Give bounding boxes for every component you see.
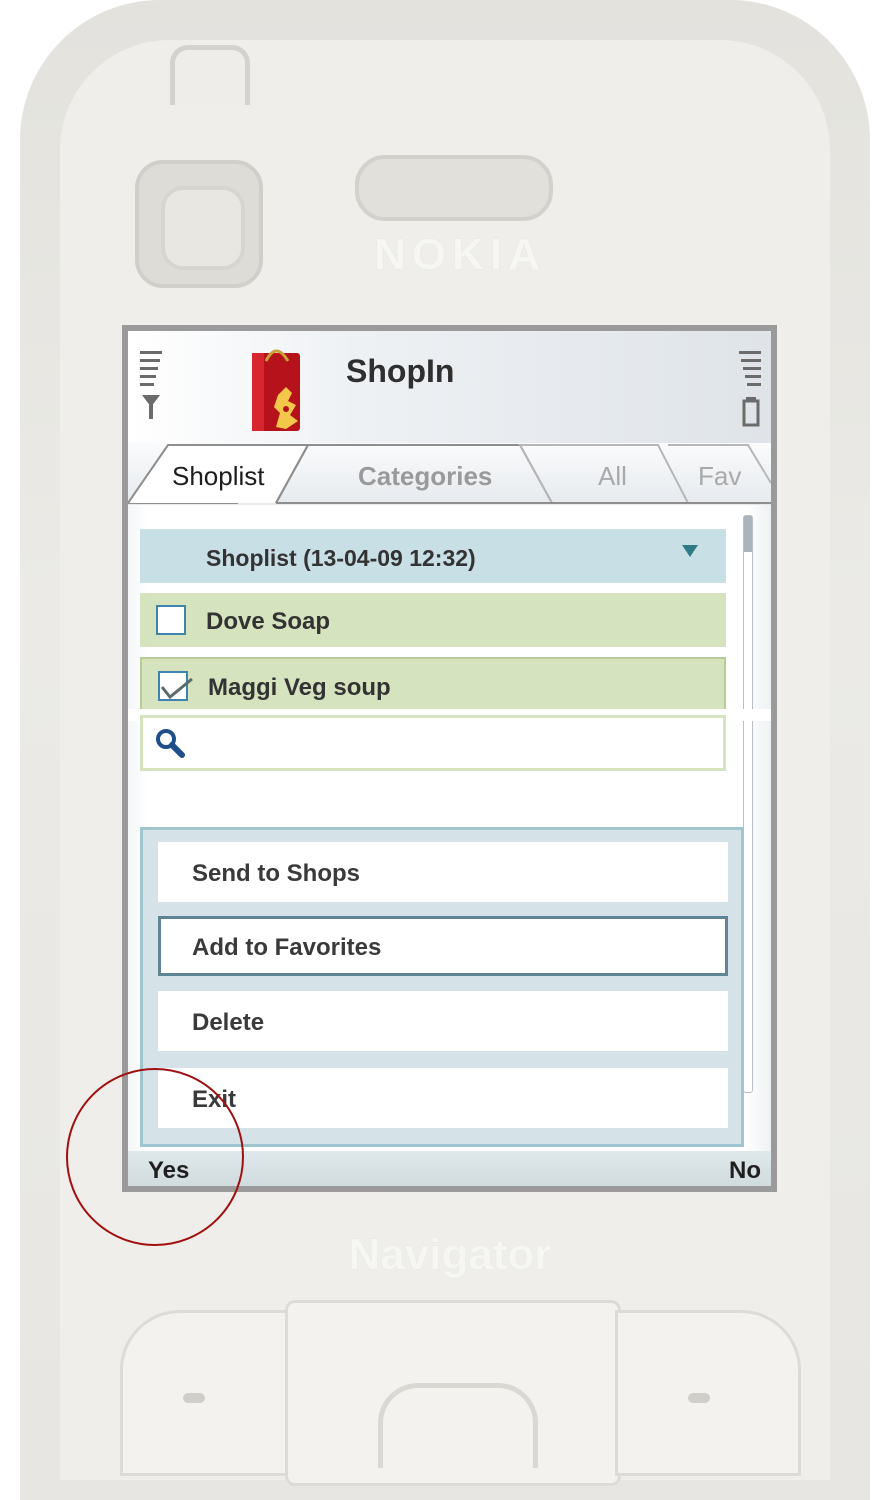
menu-item-label: Send to Shops xyxy=(192,860,360,887)
list-item[interactable]: Maggi Veg soup xyxy=(140,657,726,711)
menu-item-label: Add to Favorites xyxy=(192,934,382,961)
options-menu: Send to Shops Add to Favorites Delete Ex… xyxy=(140,827,744,1147)
dropdown-arrow-icon[interactable] xyxy=(682,545,698,557)
earpiece-speaker xyxy=(355,155,553,221)
annotation-highlight-circle xyxy=(66,1068,244,1246)
shoplist-dropdown[interactable]: Shoplist (13-04-09 12:32) xyxy=(140,529,726,583)
tab-all[interactable]: All xyxy=(598,461,627,492)
checkmark-icon xyxy=(160,677,193,700)
app-title: ShopIn xyxy=(346,353,455,389)
list-item-label: Dove Soap xyxy=(206,608,331,635)
shopping-bag-icon xyxy=(246,339,310,435)
tab-categories[interactable]: Categories xyxy=(358,461,492,492)
battery-icon xyxy=(739,351,761,436)
search-icon xyxy=(155,728,185,763)
menu-item-exit[interactable]: Exit xyxy=(158,1068,728,1128)
list-item[interactable]: Dove Soap xyxy=(140,593,726,647)
tab-fav[interactable]: Fav xyxy=(698,461,741,492)
brand-logo: NOKIA xyxy=(374,230,546,279)
tab-shoplist[interactable]: Shoplist xyxy=(172,461,265,492)
status-bar: ShopIn xyxy=(128,331,771,443)
item-checkbox[interactable] xyxy=(158,671,193,701)
front-camera xyxy=(135,160,263,288)
list-item-label: Maggi Veg soup xyxy=(208,674,391,701)
menu-item-delete[interactable]: Delete xyxy=(158,991,728,1051)
main-content: Shoplist (13-04-09 12:32) Dove Soap Magg… xyxy=(128,505,771,1155)
scrollbar[interactable] xyxy=(743,515,753,1093)
menu-item-label: Delete xyxy=(192,1009,265,1036)
navigator-logo: Navigator xyxy=(348,1230,552,1279)
phone-top-bump xyxy=(170,45,250,105)
left-softkey-button[interactable] xyxy=(120,1310,306,1476)
tab-bar: Shoplist Categories All Fav xyxy=(128,443,771,505)
softkey-no[interactable]: No xyxy=(729,1157,761,1185)
shoplist-title: Shoplist (13-04-09 12:32) xyxy=(206,545,476,571)
menu-item-add-to-favorites[interactable]: Add to Favorites xyxy=(158,916,728,976)
scroll-thumb[interactable] xyxy=(744,516,752,552)
signal-strength-icon xyxy=(140,351,162,426)
right-softkey-button[interactable] xyxy=(615,1310,801,1476)
phone-screen: ShopIn Shoplist Categories All Fav Shopl… xyxy=(122,325,777,1192)
camera-lens xyxy=(161,186,245,270)
menu-item-send-to-shops[interactable]: Send to Shops xyxy=(158,842,728,902)
item-checkbox[interactable] xyxy=(156,605,186,635)
navigation-key[interactable] xyxy=(285,1300,621,1486)
search-input[interactable] xyxy=(140,715,726,771)
